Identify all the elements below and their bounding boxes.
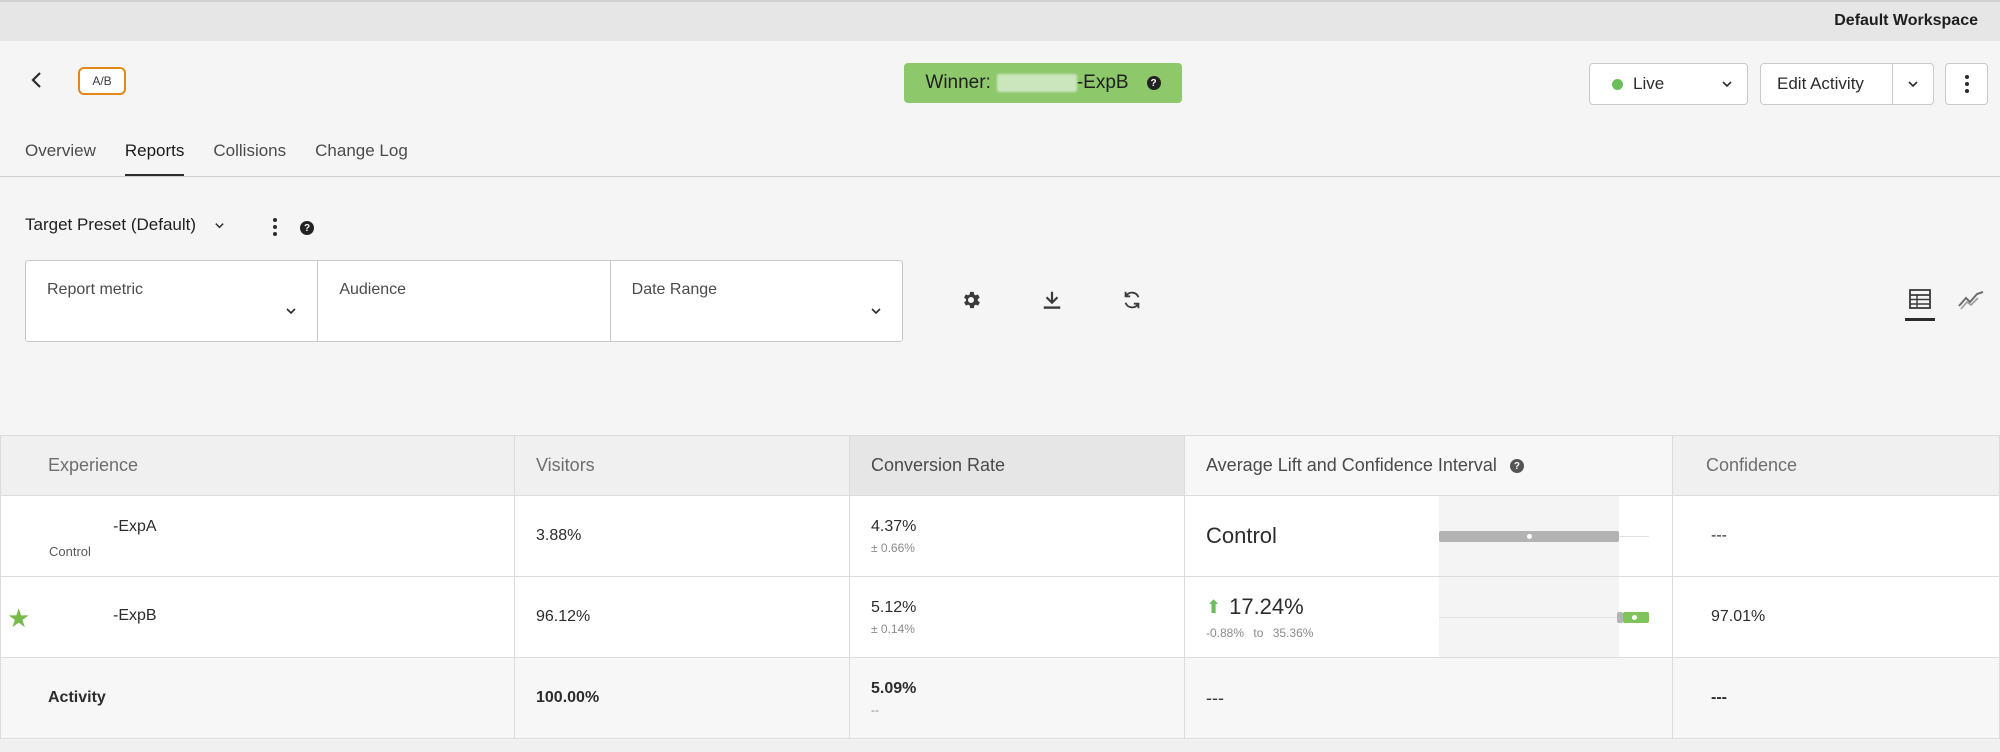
redacted-name [996, 74, 1077, 92]
preset-more-button[interactable] [272, 217, 278, 242]
chevron-down-icon [286, 308, 296, 315]
column-header-experience[interactable]: Experience [0, 435, 515, 496]
experience-cell[interactable]: ★ -ExpB [0, 576, 515, 658]
report-metric-dropdown[interactable]: Report metric [26, 261, 317, 341]
column-header-conversion-rate[interactable]: Conversion Rate [849, 435, 1185, 496]
column-header-confidence[interactable]: Confidence [1672, 435, 2000, 496]
activity-summary-row: Activity 100.00% 5.09% -- --- --- [0, 657, 2000, 739]
table-row: ★ -ExpB 96.12% 5.12% ± 0.14% ⬆ 17.24% -0… [0, 576, 2000, 658]
experience-name: -ExpB [113, 607, 157, 624]
settings-button[interactable] [958, 287, 984, 313]
date-range-label: Date Range [631, 281, 718, 298]
column-header-visitors[interactable]: Visitors [514, 435, 850, 496]
conversion-rate-cell: 5.09% -- [849, 657, 1185, 739]
help-icon[interactable]: ? [1146, 76, 1161, 90]
chevron-left-icon [31, 72, 41, 88]
lift-range-separator: to [1253, 626, 1264, 640]
control-tag: Control [49, 544, 91, 559]
workspace-bar: Default Workspace [0, 0, 2000, 41]
lift-value: 17.24% [1229, 594, 1304, 619]
winner-banner: Winner: -ExpB ? [904, 63, 1182, 103]
chevron-down-icon [871, 308, 881, 315]
more-vertical-icon [273, 218, 277, 236]
experience-name: -ExpA [113, 518, 157, 535]
lift-low: -0.88% [1206, 626, 1245, 640]
audience-dropdown[interactable]: Audience [317, 261, 609, 341]
download-icon [1043, 291, 1061, 309]
report-metric-label: Report metric [47, 281, 144, 298]
confidence-cell: --- [1672, 657, 2000, 739]
activity-type-badge: A/B [78, 67, 126, 95]
average-lift-cell: Control [1184, 495, 1673, 577]
average-lift-header-label: Average Lift and Confidence Interval [1206, 455, 1497, 475]
more-vertical-icon [1964, 75, 1969, 93]
activity-label: Activity [0, 657, 515, 739]
trend-chart-icon [1958, 291, 1984, 310]
lift-high: 35.36% [1272, 626, 1314, 640]
conversion-rate-value: 4.37% [871, 517, 917, 535]
experience-cell[interactable]: -ExpA Control [0, 495, 515, 577]
more-actions-button[interactable] [1945, 63, 1988, 105]
average-lift-cell: ⬆ 17.24% -0.88% to 35.36% [1184, 576, 1673, 658]
refresh-icon [1124, 291, 1140, 309]
confidence-cell: --- [1672, 495, 2000, 577]
report-table: Experience Visitors Conversion Rate Aver… [0, 435, 2000, 739]
date-range-picker[interactable]: Date Range [609, 261, 902, 341]
lift-value: Control [1206, 523, 1277, 548]
preset-label: Target Preset (Default) [25, 215, 197, 234]
chevron-down-icon [215, 222, 224, 228]
live-status-dot [1612, 78, 1623, 90]
conversion-rate-ci: ± 0.66% [871, 540, 915, 555]
visitors-cell: 96.12% [514, 576, 850, 658]
confidence-cell: 97.01% [1672, 576, 2000, 658]
chevron-down-icon [1908, 81, 1918, 88]
back-button[interactable] [22, 66, 50, 94]
gear-icon [964, 291, 980, 309]
activity-tabs: Overview Reports Collisions Change Log [25, 141, 437, 177]
tab-overview[interactable]: Overview [25, 141, 96, 177]
control-point-marker [1527, 534, 1532, 539]
lift-value: --- [1206, 687, 1224, 708]
edit-activity-menu-toggle[interactable] [1891, 64, 1933, 104]
average-lift-cell: --- [1184, 657, 1673, 739]
download-button[interactable] [1039, 287, 1065, 313]
winner-prefix: Winner: [925, 72, 991, 93]
refresh-button[interactable] [1119, 287, 1145, 313]
conversion-rate-ci: -- [871, 702, 879, 717]
chevron-down-icon [1722, 81, 1732, 88]
workspace-label[interactable]: Default Workspace [1834, 12, 1978, 30]
status-label: Live [1633, 74, 1665, 93]
visitors-cell: 3.88% [514, 495, 850, 577]
conversion-rate-value: 5.09% [871, 679, 917, 697]
lift-display: ⬆ 17.24% [1206, 594, 1672, 620]
table-header-row: Experience Visitors Conversion Rate Aver… [0, 435, 2000, 496]
lift-range: -0.88% to 35.36% [1206, 626, 1672, 640]
conversion-rate-cell: 5.12% ± 0.14% [849, 576, 1185, 658]
conversion-rate-value: 5.12% [871, 598, 917, 616]
tab-change-log[interactable]: Change Log [315, 141, 408, 177]
tab-collisions[interactable]: Collisions [213, 141, 286, 177]
trend-view-toggle[interactable] [1958, 287, 1984, 316]
conversion-rate-cell: 4.37% ± 0.66% [849, 495, 1185, 577]
table-view-toggle[interactable] [1905, 285, 1935, 321]
tab-reports[interactable]: Reports [124, 141, 185, 177]
report-preset-dropdown[interactable]: Target Preset (Default) [25, 215, 225, 235]
arrow-up-icon: ⬆ [1206, 596, 1222, 617]
edit-activity-button[interactable]: Edit Activity [1760, 63, 1934, 105]
help-icon[interactable]: ? [300, 221, 314, 235]
winner-name: -ExpB [1076, 72, 1129, 93]
winner-star-icon: ★ [7, 603, 31, 633]
table-row: -ExpA Control 3.88% 4.37% ± 0.66% Contro… [0, 495, 2000, 577]
tabs-divider [0, 176, 2000, 177]
table-view-icon [1909, 289, 1931, 309]
report-filters: Report metric Audience Date Range [25, 260, 903, 342]
column-header-average-lift[interactable]: Average Lift and Confidence Interval ? [1184, 435, 1673, 496]
audience-label: Audience [339, 281, 407, 298]
status-dropdown[interactable]: Live [1589, 63, 1748, 105]
page-bottom-edge [0, 740, 2000, 752]
visitors-cell: 100.00% [514, 657, 850, 739]
help-icon[interactable]: ? [1509, 459, 1524, 474]
conversion-rate-ci: ± 0.14% [871, 621, 915, 636]
edit-activity-label: Edit Activity [1777, 74, 1864, 93]
